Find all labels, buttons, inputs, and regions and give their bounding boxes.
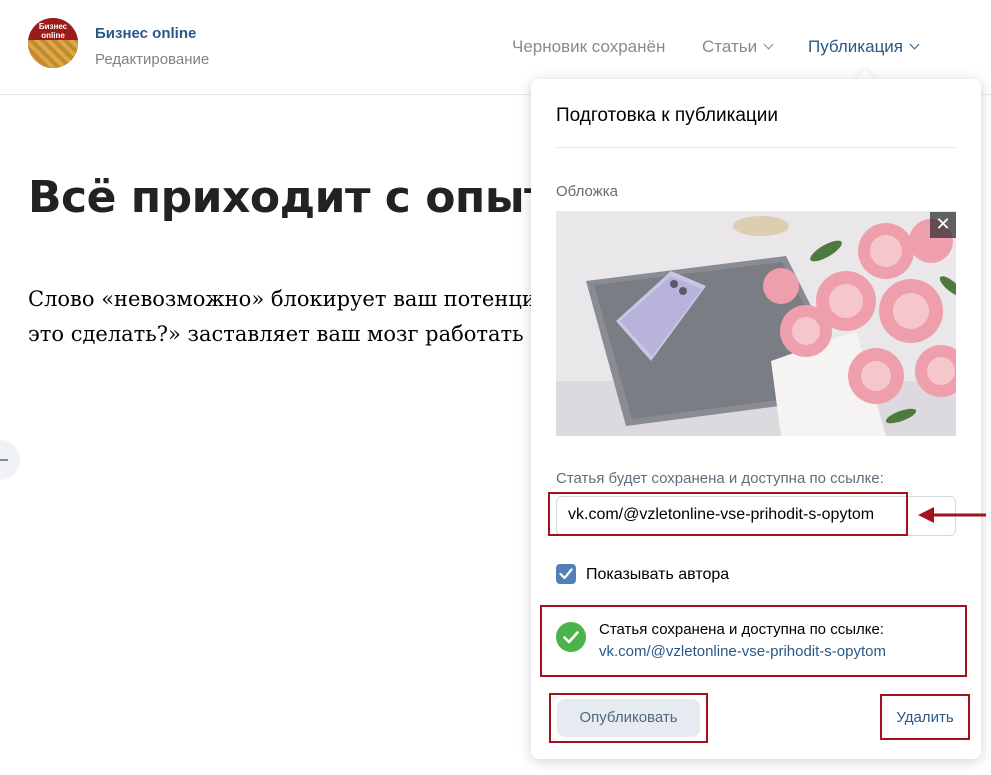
minus-icon [0, 459, 8, 461]
article-paragraph[interactable]: Слово «невозможно» блокирует ваш потенци… [28, 282, 544, 352]
delete-button[interactable]: Удалить [885, 699, 965, 737]
popup-title: Подготовка к публикации [556, 105, 779, 126]
chevron-down-icon [909, 39, 920, 50]
nav-publication-dropdown[interactable]: Публикация [808, 37, 920, 57]
close-icon[interactable]: ✕ [930, 212, 956, 238]
article-paragraph-line1: Слово «невозможно» блокирует ваш потенци [28, 287, 536, 311]
cover-photo [556, 211, 956, 436]
publish-button[interactable]: Опубликовать [557, 699, 700, 737]
nav-articles-dropdown[interactable]: Статьи [702, 37, 774, 57]
check-circle-icon [556, 622, 586, 652]
cover-image[interactable] [556, 211, 956, 436]
checkmark-icon [559, 568, 573, 580]
article-title[interactable]: Всё приходит с опыто [28, 172, 579, 223]
chevron-down-icon [763, 39, 774, 50]
show-author-label[interactable]: Показывать автора [586, 566, 729, 584]
url-label: Статья будет сохранена и доступна по ссы… [556, 470, 884, 487]
cover-label: Обложка [556, 183, 618, 200]
avatar-text-line1: Бизнес [38, 22, 68, 31]
article-paragraph-line2: это сделать?» заставляет ваш мозг работа… [28, 322, 545, 346]
divider [556, 147, 956, 148]
avatar-text-line2: online [41, 31, 65, 40]
saved-message: Статья сохранена и доступна по ссылке: [599, 621, 884, 638]
edit-mode-label: Редактирование [95, 51, 210, 68]
highlight-url-box [548, 492, 908, 536]
nav-publication-label: Публикация [808, 37, 904, 56]
saved-article-link[interactable]: vk.com/@vzletonline-vse-prihodit-s-opyto… [599, 643, 886, 660]
group-avatar[interactable]: Бизнес online [28, 18, 78, 68]
avatar-pattern [28, 40, 78, 68]
highlight-saved-box [540, 605, 967, 677]
show-author-checkbox[interactable] [556, 564, 576, 584]
nav-articles-label: Статьи [702, 37, 758, 56]
draft-status: Черновик сохранён [512, 37, 666, 56]
red-arrow-icon [918, 507, 986, 523]
group-name[interactable]: Бизнес online [95, 25, 196, 42]
